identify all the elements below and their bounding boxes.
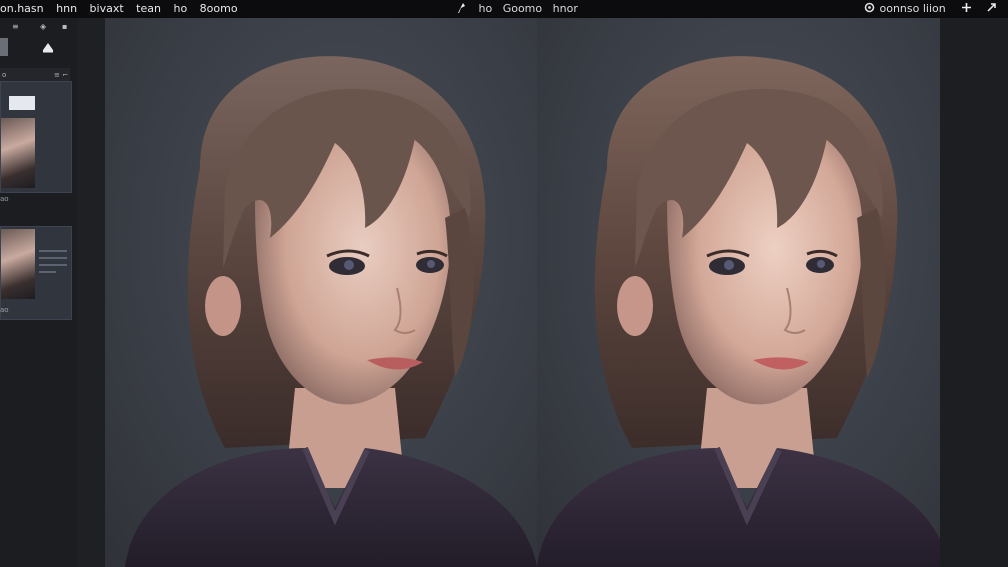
panel-header-left: o bbox=[2, 71, 7, 79]
title-part-1: ho bbox=[478, 2, 493, 15]
thumbnail-placeholder bbox=[9, 96, 35, 110]
thumbnail-portrait[interactable] bbox=[1, 118, 35, 188]
menu-item-4[interactable]: tean bbox=[136, 2, 161, 15]
menu-item-5[interactable]: ho bbox=[173, 2, 187, 15]
panel-header: o ≡ ⌐ bbox=[0, 68, 70, 82]
menu-bar: on.hasn hnn bivaxt tean ho 8oomo bbox=[0, 0, 247, 18]
image-card-1[interactable] bbox=[0, 81, 72, 193]
portrait-image bbox=[537, 56, 940, 567]
canvas-original[interactable] bbox=[105, 18, 537, 567]
toolbar-right: oonnso liion bbox=[862, 0, 1008, 18]
gear-icon[interactable] bbox=[862, 0, 876, 18]
title-part-2: Goomo bbox=[502, 2, 543, 15]
top-bar: on.hasn hnn bivaxt tean ho 8oomo ho Goom… bbox=[0, 0, 1008, 18]
app-title: ho Goomo hnor bbox=[456, 0, 585, 18]
thumbnail-portrait[interactable] bbox=[1, 229, 35, 299]
card-caption: ao bbox=[0, 306, 9, 314]
share-icon[interactable] bbox=[985, 0, 999, 18]
panel-button[interactable] bbox=[0, 38, 8, 56]
left-panel: ≡ ◈ ▪ o ≡ ⌐ ao ao bbox=[0, 18, 78, 567]
layers-icon[interactable]: ≡ bbox=[12, 22, 19, 31]
image-icon[interactable]: ▪ bbox=[62, 22, 67, 31]
menu-item-2[interactable]: hnn bbox=[56, 2, 77, 15]
plus-icon[interactable] bbox=[959, 0, 973, 18]
menu-item-6[interactable]: 8oomo bbox=[200, 2, 238, 15]
upload-icon[interactable] bbox=[40, 40, 56, 54]
mask-icon[interactable]: ◈ bbox=[40, 22, 46, 31]
card-text-lines bbox=[39, 245, 67, 285]
card-caption: ao bbox=[0, 195, 9, 203]
portrait-image bbox=[125, 56, 537, 567]
toolbar-label[interactable]: oonnso liion bbox=[880, 2, 946, 15]
canvas-result[interactable] bbox=[537, 18, 940, 567]
image-card-2[interactable] bbox=[0, 226, 72, 320]
feather-icon bbox=[458, 3, 465, 13]
right-panel bbox=[940, 18, 1008, 567]
menu-item-1[interactable]: on.hasn bbox=[0, 2, 44, 15]
menu-item-3[interactable]: bivaxt bbox=[90, 2, 124, 15]
panel-header-right[interactable]: ≡ ⌐ bbox=[54, 68, 68, 82]
title-part-3: hnor bbox=[552, 2, 578, 15]
